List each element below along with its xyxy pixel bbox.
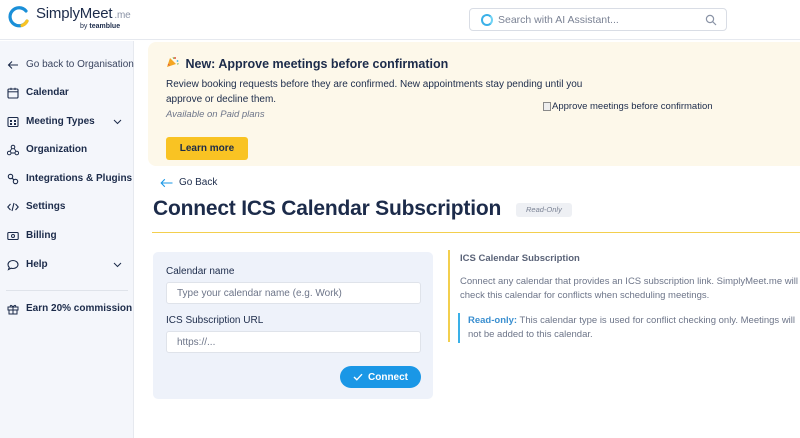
ics-url-input[interactable]: https://... [166, 331, 421, 353]
read-only-note-label: Read-only: [468, 315, 518, 326]
sidebar-item-go-back[interactable]: Go back to Organisation [0, 54, 134, 76]
banner-description: Review booking requests before they are … [166, 79, 583, 105]
brand-by-name: teamblue [89, 23, 121, 30]
broken-image-icon [543, 102, 551, 111]
banner-title: New: Approve meetings before confirmatio… [166, 56, 448, 71]
ics-url-label: ICS Subscription URL [166, 315, 264, 326]
party-popper-icon [167, 56, 179, 67]
arrow-left-icon [7, 61, 18, 69]
brand-by: by [80, 23, 88, 30]
ics-url-placeholder: https://... [177, 337, 216, 348]
search-placeholder: Search with AI Assistant... [498, 14, 619, 26]
sidebar-item-meeting-types[interactable]: Meeting Types [0, 111, 134, 133]
sidebar-item-label: Billing [26, 230, 57, 241]
read-only-note-text: This calendar type is used for conflict … [468, 315, 796, 340]
promo-banner: New: Approve meetings before confirmatio… [148, 42, 800, 166]
sidebar: Go back to Organisation Calendar Meeting… [0, 41, 134, 438]
arrow-left-icon [160, 178, 173, 187]
calendar-name-label: Calendar name [166, 266, 235, 277]
sidebar-item-label: Settings [26, 201, 66, 212]
chevron-down-icon [113, 119, 122, 125]
banner-image-alt: Approve meetings before confirmation [552, 101, 713, 112]
read-only-badge: Read-Only [516, 203, 572, 217]
learn-more-button[interactable]: Learn more [166, 137, 248, 160]
brand-suffix: .me [114, 10, 131, 21]
calendar-name-placeholder: Type your calendar name (e.g. Work) [177, 288, 342, 299]
sidebar-item-label: Organization [26, 144, 88, 155]
billing-icon [7, 231, 19, 241]
ai-assistant-icon [481, 14, 493, 26]
calendar-icon [7, 87, 19, 99]
calendar-name-input[interactable]: Type your calendar name (e.g. Work) [166, 282, 421, 304]
connect-button-label: Connect [368, 371, 408, 383]
banner-availability: Available on Paid plans [166, 109, 265, 120]
read-only-note: Read-only: This calendar type is used fo… [458, 313, 800, 343]
sidebar-item-label: Calendar [26, 87, 69, 98]
info-title: ICS Calendar Subscription [460, 253, 580, 264]
code-icon [7, 202, 19, 212]
go-back-link[interactable]: Go Back [160, 177, 217, 188]
chevron-down-icon [113, 262, 122, 268]
check-icon [353, 373, 363, 381]
plugins-icon [7, 173, 19, 185]
sidebar-item-label: Earn 20% commission [26, 303, 133, 314]
search-icon[interactable] [705, 14, 717, 26]
sidebar-item-integrations[interactable]: Integrations & Plugins [0, 168, 134, 190]
sidebar-divider [6, 290, 128, 291]
sidebar-item-billing[interactable]: Billing [0, 225, 134, 247]
banner-title-text: New: Approve meetings before confirmatio… [185, 57, 449, 71]
logo-icon [8, 6, 29, 28]
sidebar-item-label: Meeting Types [26, 116, 95, 127]
info-text: Connect any calendar that provides an IC… [460, 276, 798, 301]
go-back-label: Go Back [179, 177, 218, 188]
banner-image: Approve meetings before confirmation [543, 101, 713, 112]
logo[interactable]: SimplyMeet .me by teamblue [8, 5, 131, 30]
sidebar-item-help[interactable]: Help [0, 254, 134, 276]
sidebar-item-label: Integrations & Plugins [26, 173, 133, 184]
search-input[interactable]: Search with AI Assistant... [469, 8, 727, 31]
sidebar-item-label: Help [26, 259, 48, 270]
page-title: Connect ICS Calendar Subscription [153, 197, 502, 220]
connect-form: Calendar name Type your calendar name (e… [153, 252, 433, 399]
sidebar-item-calendar[interactable]: Calendar [0, 82, 134, 104]
chat-icon [7, 259, 19, 271]
top-bar: SimplyMeet .me by teamblue Search with AI… [0, 0, 800, 40]
sidebar-item-commission[interactable]: Earn 20% commission [0, 298, 134, 320]
meeting-types-icon [7, 116, 19, 128]
sidebar-item-settings[interactable]: Settings [0, 196, 134, 218]
sidebar-item-label: Go back to Organisation [26, 59, 134, 70]
connect-button[interactable]: Connect [340, 366, 421, 388]
gift-icon [7, 304, 19, 315]
sidebar-item-organization[interactable]: Organization [0, 139, 134, 161]
title-divider [152, 232, 800, 233]
brand-name: SimplyMeet [36, 5, 113, 22]
organization-icon [7, 144, 19, 156]
